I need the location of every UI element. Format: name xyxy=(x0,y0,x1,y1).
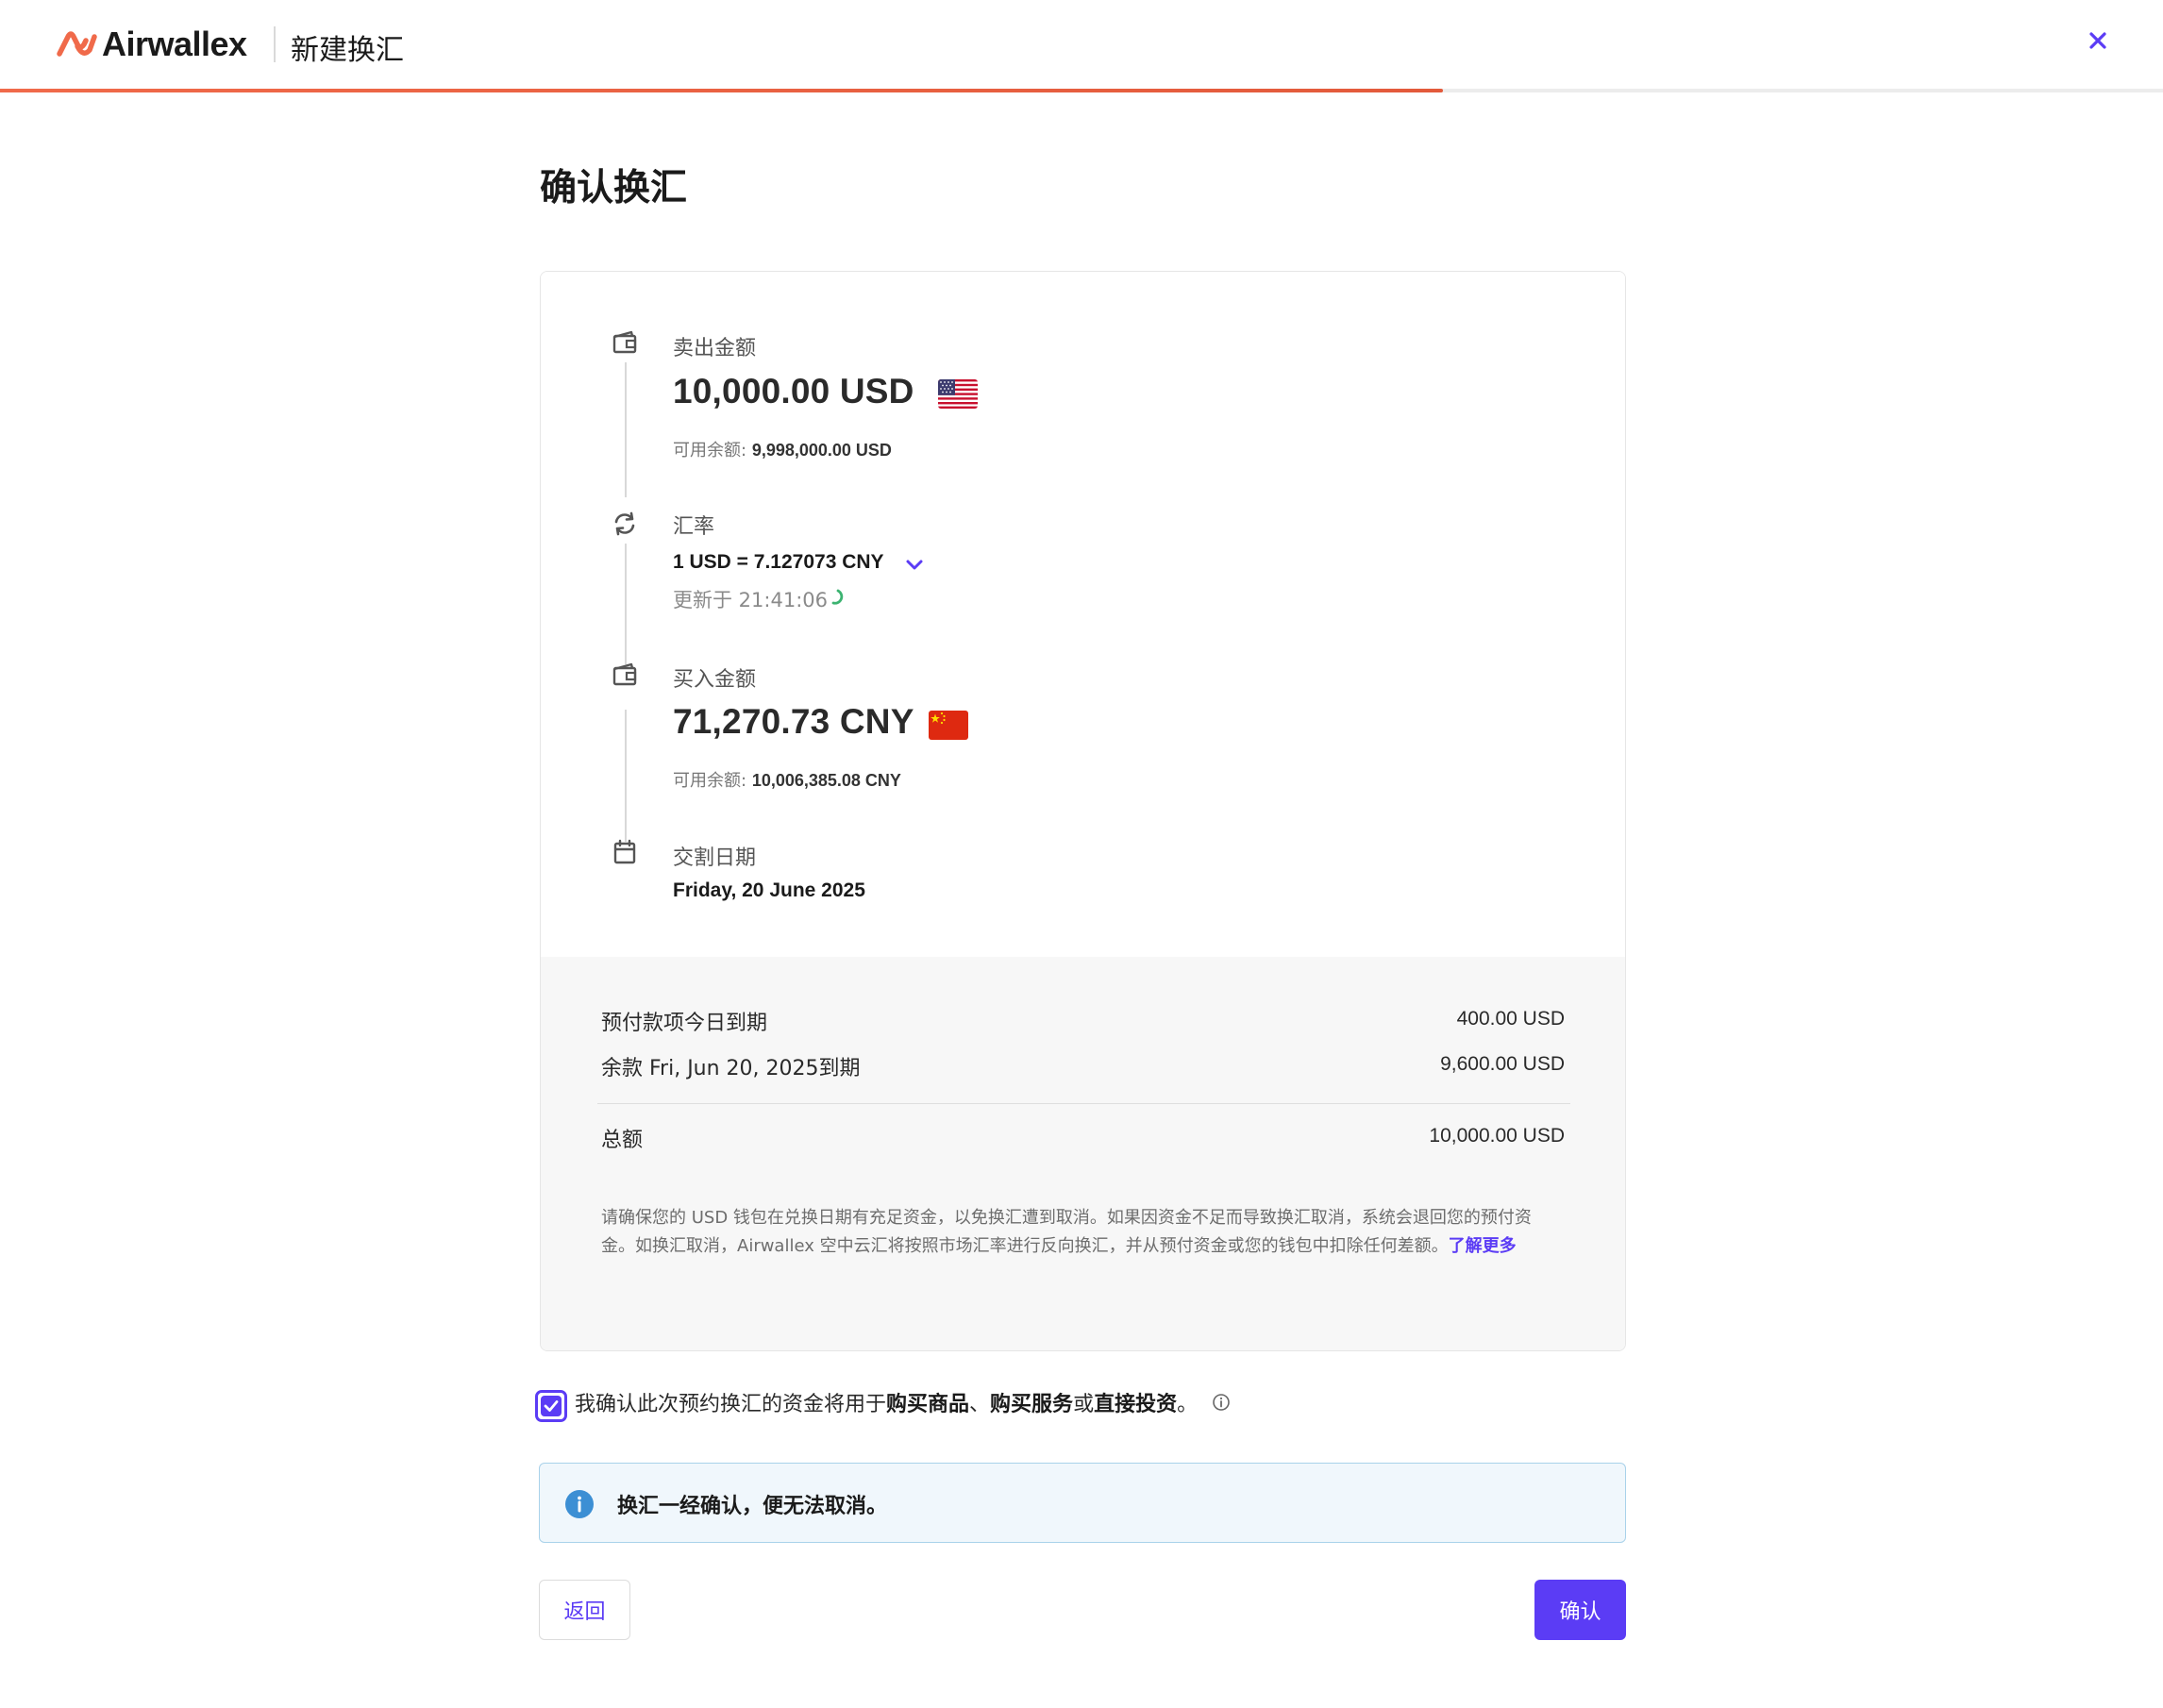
sell-amount: 10,000.00 USD xyxy=(673,372,914,410)
refresh-icon xyxy=(614,511,635,536)
page-title: 确认换汇 xyxy=(540,167,688,209)
chevron-down-icon[interactable] xyxy=(903,553,926,576)
banner-text: 换汇一经确认，便无法取消。 xyxy=(617,1495,888,1518)
available-value: 10,006,385.08 CNY xyxy=(751,771,901,790)
loading-spinner-icon xyxy=(831,589,844,605)
confirm-purpose-checkbox[interactable] xyxy=(535,1390,567,1422)
buy-amount: 71,270.73 CNY xyxy=(673,702,914,741)
total-label: 总额 xyxy=(601,1129,644,1152)
confirm-purpose-text: 我确认此次预约换汇的资金将用于购买商品、购买服务或直接投资。 xyxy=(575,1390,1231,1420)
balance-due-label: 余款 Fri, Jun 20, 2025到期 xyxy=(601,1057,861,1080)
close-icon[interactable] xyxy=(2084,26,2112,55)
confirm-text-sep: 或 xyxy=(1073,1393,1095,1416)
checkbox-checked xyxy=(541,1396,562,1416)
confirm-text-sep: 、 xyxy=(969,1393,991,1416)
airwallex-logo-icon xyxy=(57,31,97,57)
payment-summary: 预付款项今日到期 400.00 USD 余款 Fri, Jun 20, 2025… xyxy=(541,957,1625,1350)
exchange-rate-value: 1 USD = 7.127073 CNY xyxy=(673,551,884,573)
purpose-goods: 购买商品 xyxy=(886,1393,970,1416)
us-flag-icon xyxy=(938,379,978,409)
disclaimer-body: 请确保您的 USD 钱包在兑换日期有充足资金，以免换汇遭到取消。如果因资金不足而… xyxy=(601,1208,1532,1256)
cannot-cancel-banner: 换汇一经确认，便无法取消。 xyxy=(539,1463,1626,1543)
info-icon xyxy=(565,1490,594,1518)
checkmark-icon xyxy=(544,1400,559,1412)
settlement-date-label: 交割日期 xyxy=(673,846,757,870)
progress-bar xyxy=(0,89,2163,92)
header-title: 新建换汇 xyxy=(291,34,404,67)
purpose-services: 购买服务 xyxy=(990,1393,1074,1416)
conversion-details: 卖出金额 10,000.00 USD 可用余额: 9,998,000.00 US… xyxy=(541,272,1625,957)
confirm-text-end: 。 xyxy=(1177,1393,1199,1416)
airwallex-logo: Airwallex xyxy=(57,25,247,64)
top-header: Airwallex 新建换汇 xyxy=(0,0,2163,89)
timeline-connector xyxy=(625,544,627,664)
sell-amount-label: 卖出金额 xyxy=(673,337,757,360)
available-value: 9,998,000.00 USD xyxy=(751,441,892,460)
calendar-icon xyxy=(613,839,636,864)
prepayment-label: 预付款项今日到期 xyxy=(601,1012,768,1035)
purpose-investment: 直接投资 xyxy=(1094,1393,1178,1416)
progress-fill xyxy=(0,89,1443,92)
rate-updated-time: 更新于 21:41:06 xyxy=(673,589,828,611)
total-value: 10,000.00 USD xyxy=(1429,1125,1565,1147)
confirm-button[interactable]: 确认 xyxy=(1534,1580,1626,1640)
cn-flag-icon xyxy=(929,711,968,740)
buy-available-balance: 可用余额: 10,006,385.08 CNY xyxy=(673,767,901,792)
prepayment-value: 400.00 USD xyxy=(1456,1008,1565,1030)
confirm-text-part: 我确认此次预约换汇的资金将用于 xyxy=(575,1393,887,1416)
rate-label: 汇率 xyxy=(673,515,715,539)
settlement-date-value: Friday, 20 June 2025 xyxy=(673,879,865,901)
timeline-connector xyxy=(625,362,627,497)
brand-name: Airwallex xyxy=(102,25,247,63)
info-tooltip-icon[interactable] xyxy=(1212,1393,1231,1412)
summary-divider xyxy=(597,1103,1570,1104)
timeline-connector xyxy=(625,710,627,842)
balance-due-value: 9,600.00 USD xyxy=(1440,1053,1565,1075)
available-label: 可用余额: xyxy=(673,441,747,460)
header-divider xyxy=(274,26,276,62)
learn-more-link[interactable]: 了解更多 xyxy=(1449,1236,1517,1256)
wallet-icon xyxy=(612,330,637,354)
back-button[interactable]: 返回 xyxy=(539,1580,630,1640)
sell-available-balance: 可用余额: 9,998,000.00 USD xyxy=(673,437,892,461)
disclaimer-text: 请确保您的 USD 钱包在兑换日期有充足资金，以免换汇遭到取消。如果因资金不足而… xyxy=(601,1204,1564,1261)
buy-amount-label: 买入金额 xyxy=(673,668,757,692)
available-label: 可用余额: xyxy=(673,771,747,791)
wallet-icon xyxy=(612,662,637,686)
conversion-summary-card: 卖出金额 10,000.00 USD 可用余额: 9,998,000.00 US… xyxy=(540,271,1626,1351)
